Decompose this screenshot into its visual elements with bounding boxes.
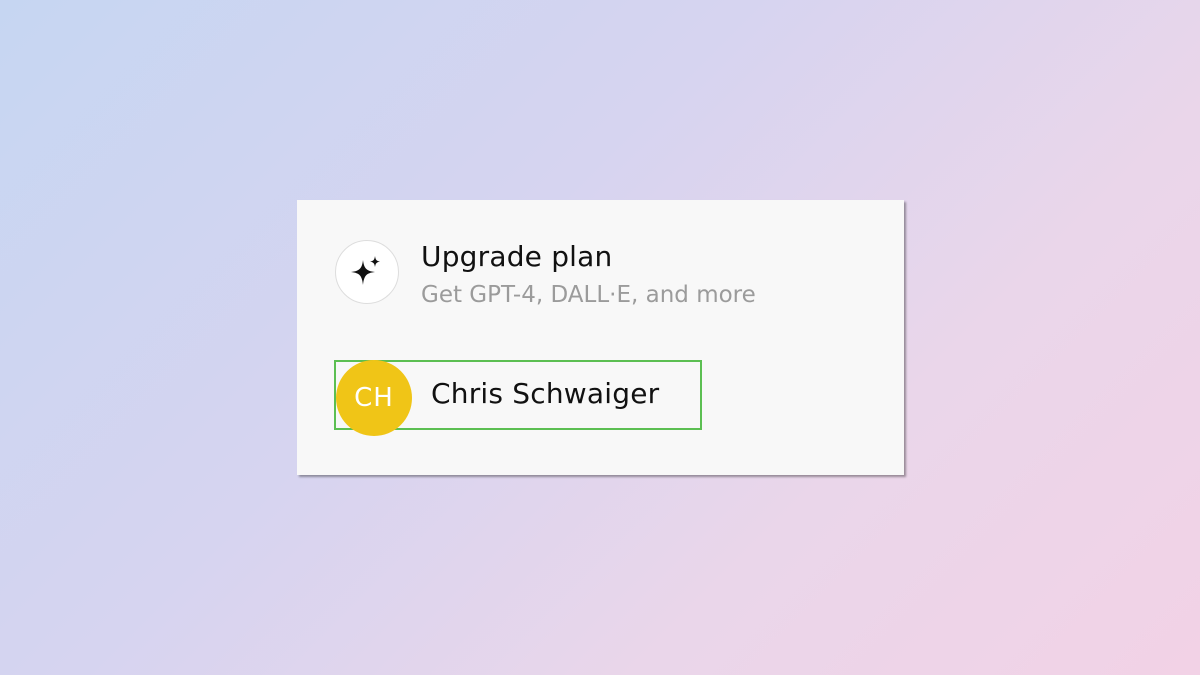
user-name: Chris Schwaiger: [431, 377, 660, 410]
upgrade-plan-item[interactable]: Upgrade plan Get GPT-4, DALL·E, and more: [335, 240, 756, 310]
user-profile-button[interactable]: CH Chris Schwaiger: [334, 360, 702, 436]
sparkles-icon: [335, 240, 399, 304]
avatar: CH: [336, 360, 412, 436]
account-menu-panel: Upgrade plan Get GPT-4, DALL·E, and more…: [297, 200, 904, 475]
upgrade-plan-subtitle: Get GPT-4, DALL·E, and more: [421, 282, 756, 308]
upgrade-plan-title: Upgrade plan: [421, 240, 613, 273]
